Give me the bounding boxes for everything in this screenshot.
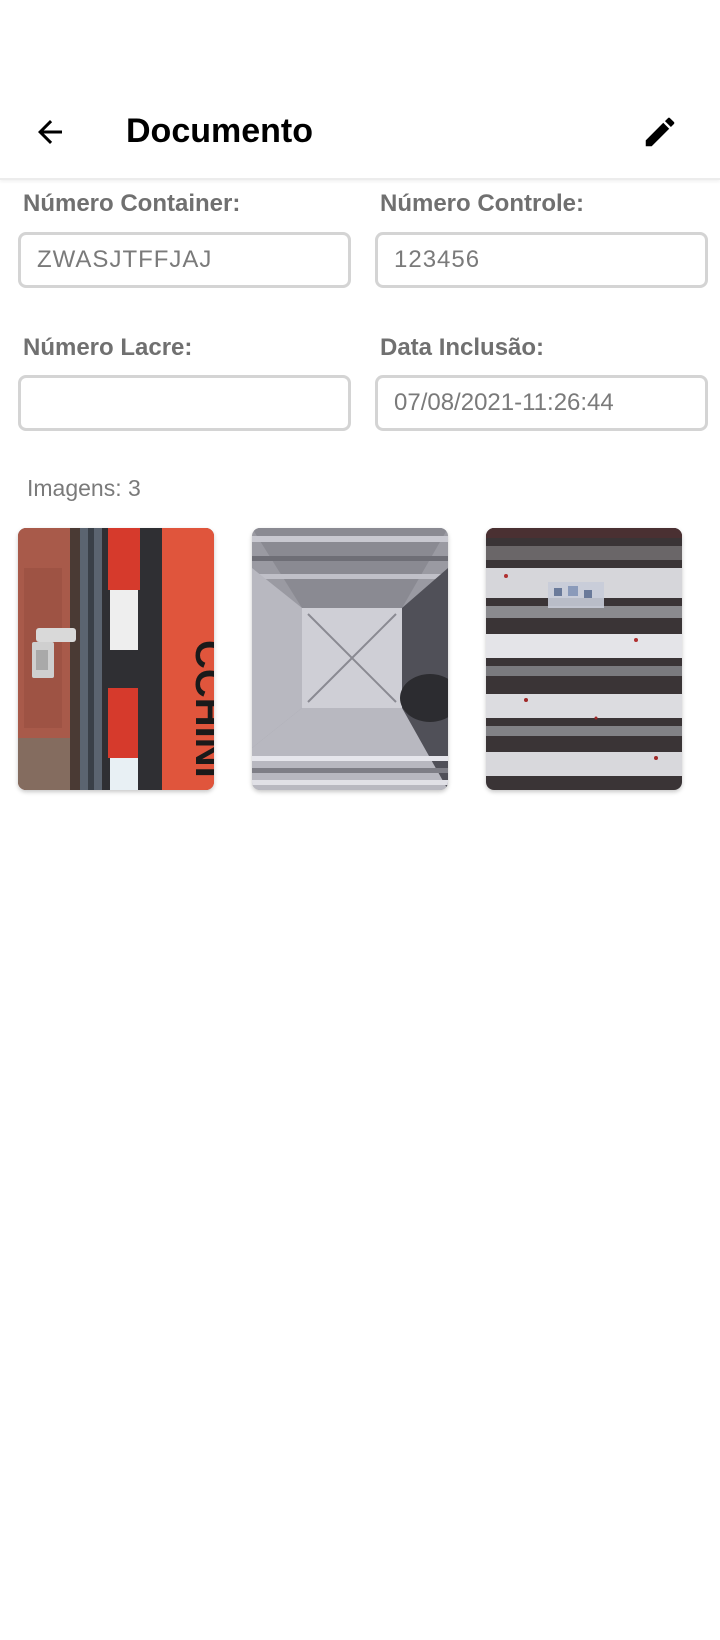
control-number-field[interactable]: 123456: [375, 232, 708, 288]
app-bar: Documento: [0, 84, 720, 180]
status-bar: [0, 0, 720, 84]
edit-button[interactable]: [632, 104, 688, 160]
seal-number-label: Número Lacre:: [23, 334, 193, 361]
images-count: Imagens: 3: [27, 475, 141, 501]
control-number-label: Número Controle:: [380, 190, 584, 217]
container-number-label: Número Container:: [23, 190, 241, 217]
seal-number-field[interactable]: [18, 375, 351, 431]
container-number-value: ZWASJTFFJAJ: [37, 246, 213, 273]
inclusion-date-field[interactable]: 07/08/2021-11:26:44: [375, 375, 708, 431]
image-thumbnail-3[interactable]: [486, 528, 682, 790]
image-thumbnail-1[interactable]: CCHINI: [18, 528, 214, 790]
control-number-value: 123456: [394, 246, 481, 273]
inclusion-date-value: 07/08/2021-11:26:44: [394, 389, 614, 416]
page-title: Documento: [126, 112, 313, 150]
container-number-field[interactable]: ZWASJTFFJAJ: [18, 232, 351, 288]
image-thumbnail-2[interactable]: [252, 528, 448, 790]
arrow-back-icon: [38, 120, 62, 144]
pencil-edit-icon: [645, 117, 675, 147]
inclusion-date-label: Data Inclusão:: [380, 334, 545, 361]
back-button[interactable]: [22, 104, 78, 160]
container-lettering: CCHINI: [187, 640, 214, 778]
